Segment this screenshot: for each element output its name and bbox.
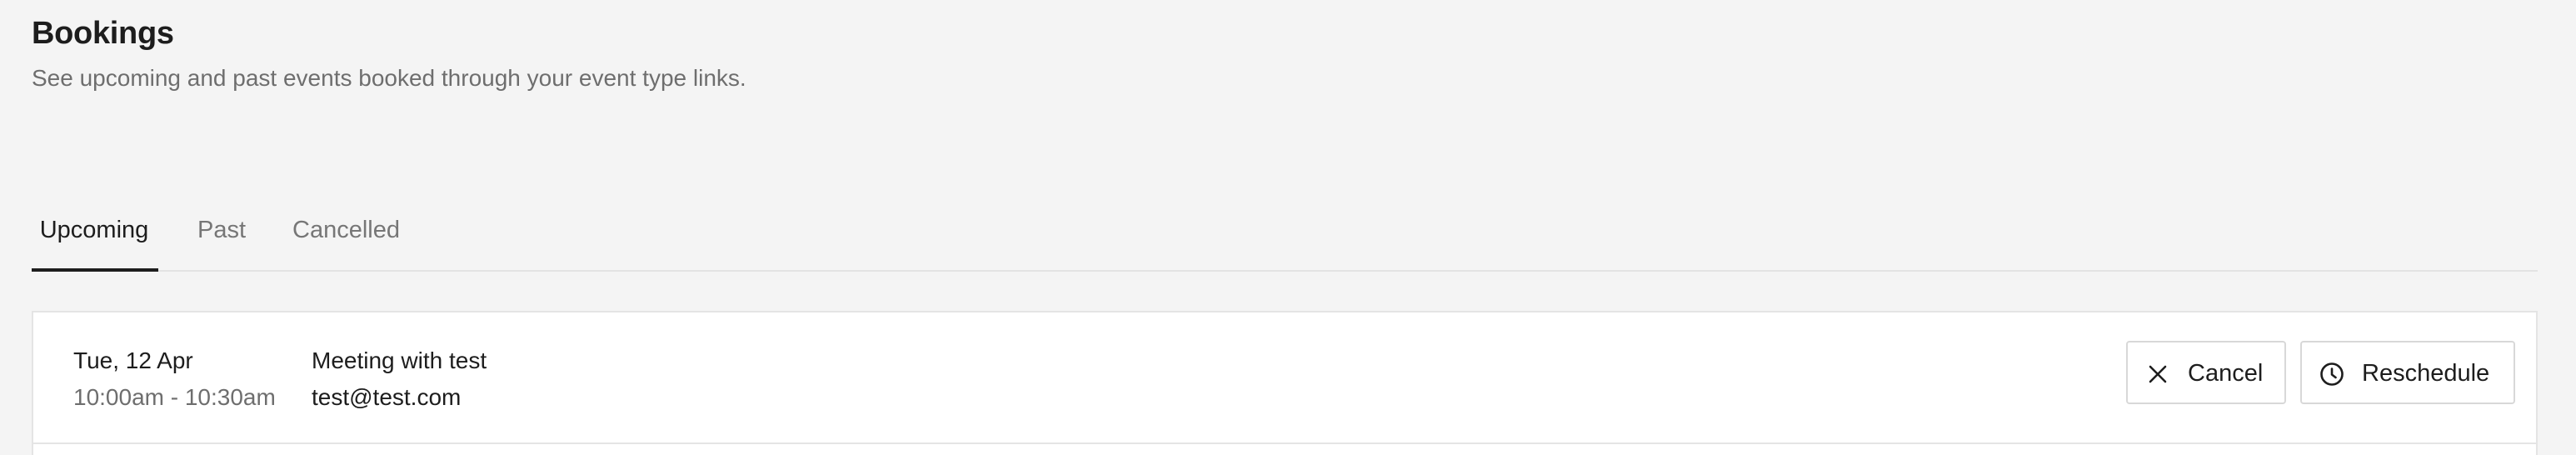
cancel-button[interactable]: Cancel bbox=[2126, 341, 2286, 404]
booking-attendee-email: test@test.com bbox=[312, 384, 462, 410]
cancel-button-label: Cancel bbox=[2188, 360, 2264, 387]
bookings-page: Bookings See upcoming and past events bo… bbox=[32, 0, 2538, 455]
tab-cancelled-label: Cancelled bbox=[292, 216, 400, 243]
tab-past-label: Past bbox=[197, 216, 247, 243]
reschedule-button-label: Reschedule bbox=[2362, 360, 2490, 387]
bookings-list: Tue, 12 Apr 10:00am - 10:30am Meeting wi… bbox=[32, 311, 2538, 455]
booking-title: Meeting with test bbox=[312, 348, 487, 373]
booking-row: Tue, 12 Apr 10:00am - 10:30am Meeting wi… bbox=[33, 312, 2536, 444]
clock-icon bbox=[2320, 362, 2344, 386]
reschedule-button[interactable]: Reschedule bbox=[2300, 341, 2515, 404]
close-icon bbox=[2149, 365, 2167, 383]
tab-past[interactable]: Past bbox=[197, 190, 252, 270]
page-subtitle: See upcoming and past events booked thro… bbox=[32, 65, 746, 91]
booking-time-range: 10:00am - 10:30am bbox=[73, 384, 276, 410]
page-title: Bookings bbox=[32, 16, 174, 51]
tab-upcoming[interactable]: Upcoming bbox=[32, 190, 158, 272]
tab-upcoming-label: Upcoming bbox=[39, 216, 149, 243]
booking-tabs: Upcoming Past Cancelled bbox=[32, 190, 2538, 272]
booking-date: Tue, 12 Apr bbox=[73, 348, 193, 373]
tab-cancelled[interactable]: Cancelled bbox=[292, 190, 409, 270]
